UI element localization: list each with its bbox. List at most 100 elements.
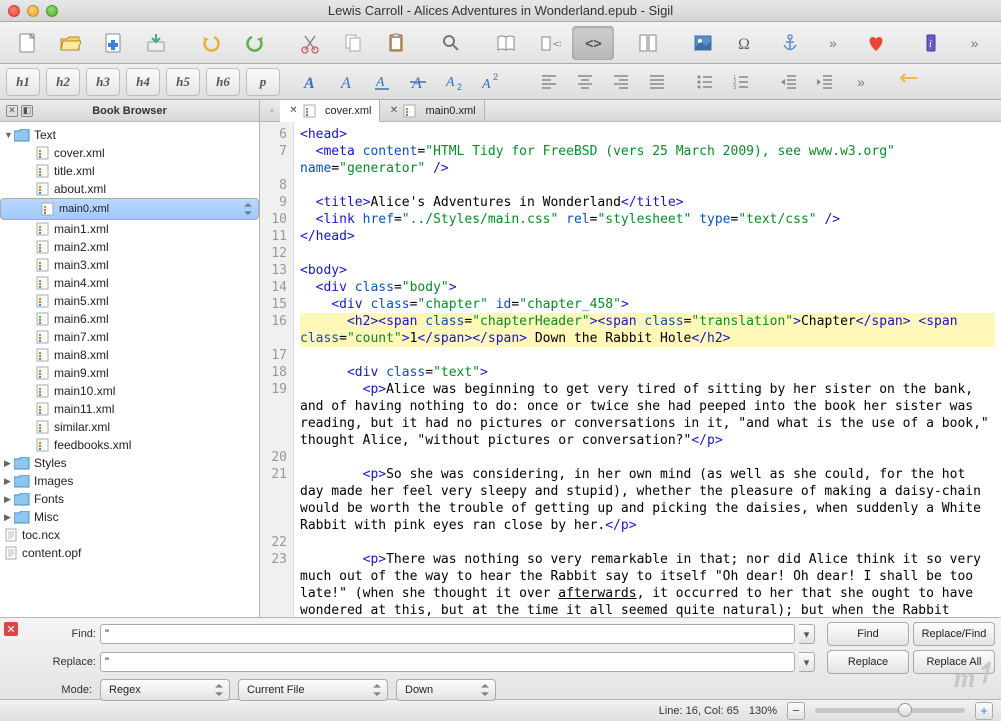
indent-more-button[interactable] <box>808 68 842 96</box>
tree-file[interactable]: main0.xml <box>0 198 259 220</box>
new-file-button[interactable] <box>6 26 47 60</box>
indent-less-button[interactable] <box>772 68 806 96</box>
zoom-in-button[interactable]: + <box>975 702 993 720</box>
tree-file[interactable]: main7.xml <box>0 328 259 346</box>
superscript-button[interactable]: A2 <box>474 68 508 96</box>
cut-button[interactable] <box>289 26 330 60</box>
svg-text:A: A <box>375 75 385 90</box>
replace-all-button[interactable]: Replace All <box>913 650 995 674</box>
tree-file[interactable]: cover.xml <box>0 144 259 162</box>
subscript-button[interactable]: A2 <box>438 68 472 96</box>
replace-find-button[interactable]: Replace/Find <box>913 622 995 646</box>
tree-file[interactable]: toc.ncx <box>0 526 259 544</box>
tree-file[interactable]: similar.xml <box>0 418 259 436</box>
tree-file[interactable]: main1.xml <box>0 220 259 238</box>
find-close-button[interactable]: ✕ <box>4 622 18 636</box>
tree-folder[interactable]: ▶Fonts <box>0 490 259 508</box>
align-center-button[interactable] <box>568 68 602 96</box>
heading-h4-button[interactable]: h4 <box>126 68 160 96</box>
list-bullet-button[interactable] <box>688 68 722 96</box>
format-overflow[interactable]: » <box>844 68 878 96</box>
close-window-button[interactable] <box>8 5 20 17</box>
tree-file[interactable]: main2.xml <box>0 238 259 256</box>
heading-h1-button[interactable]: h1 <box>6 68 40 96</box>
editor-tab[interactable]: ✕main0.xml <box>380 100 484 121</box>
heading-h5-button[interactable]: h5 <box>166 68 200 96</box>
scope-select[interactable]: Current File <box>238 679 388 701</box>
tree-file[interactable]: main11.xml <box>0 400 259 418</box>
tree-file[interactable]: main5.xml <box>0 292 259 310</box>
zoom-window-button[interactable] <box>46 5 58 17</box>
insert-special-char-button[interactable]: Ω <box>726 26 767 60</box>
tree-file[interactable]: main4.xml <box>0 274 259 292</box>
redo-button[interactable] <box>234 26 275 60</box>
donate-button[interactable] <box>855 26 896 60</box>
editor-tabs: ◦ ✕cover.xml✕main0.xml <box>260 100 1001 122</box>
bold-button[interactable]: A <box>294 68 328 96</box>
metadata-editor-button[interactable]: i <box>911 26 952 60</box>
tree-file[interactable]: main9.xml <box>0 364 259 382</box>
tabs-menu-button[interactable]: ◦ <box>264 100 280 121</box>
replace-input[interactable] <box>100 652 795 672</box>
align-justify-button[interactable] <box>640 68 674 96</box>
heading-h3-button[interactable]: h3 <box>86 68 120 96</box>
heading-p-button[interactable]: p <box>246 68 280 96</box>
underline-button[interactable]: A <box>366 68 400 96</box>
find-input[interactable] <box>100 624 795 644</box>
paste-button[interactable] <box>376 26 417 60</box>
zoom-slider[interactable] <box>815 708 965 713</box>
replace-button[interactable]: Replace <box>827 650 909 674</box>
list-numbered-button[interactable]: 123 <box>724 68 758 96</box>
toolbar-overflow-2[interactable]: » <box>954 26 995 60</box>
heading-h2-button[interactable]: h2 <box>46 68 80 96</box>
tree-folder[interactable]: ▶Styles <box>0 454 259 472</box>
svg-text:i: i <box>929 39 932 50</box>
replace-history-dropdown[interactable]: ▾ <box>799 652 815 672</box>
tree-folder[interactable]: ▶Misc <box>0 508 259 526</box>
align-right-button[interactable] <box>604 68 638 96</box>
add-file-button[interactable] <box>93 26 134 60</box>
find-history-dropdown[interactable]: ▾ <box>799 624 815 644</box>
tree-folder[interactable]: ▶Images <box>0 472 259 490</box>
direction-select[interactable]: Down <box>396 679 496 701</box>
tab-close-icon[interactable]: ✕ <box>388 105 399 116</box>
tab-close-icon[interactable]: ✕ <box>288 105 299 116</box>
align-left-button[interactable] <box>532 68 566 96</box>
italic-button[interactable]: A <box>330 68 364 96</box>
tree-file[interactable]: about.xml <box>0 180 259 198</box>
save-button[interactable] <box>136 26 177 60</box>
insert-image-button[interactable] <box>682 26 723 60</box>
tree-file[interactable]: main10.xml <box>0 382 259 400</box>
titlebar: Lewis Carroll - Alices Adventures in Won… <box>0 0 1001 22</box>
code-content[interactable]: <head> <meta content="HTML Tidy for Free… <box>294 122 1001 617</box>
open-file-button[interactable] <box>49 26 90 60</box>
file-tree[interactable]: ▼Textcover.xmltitle.xmlabout.xmlmain0.xm… <box>0 122 259 617</box>
strikethrough-button[interactable]: A <box>402 68 436 96</box>
editor-tab[interactable]: ✕cover.xml <box>280 100 380 122</box>
tree-file[interactable]: title.xml <box>0 162 259 180</box>
toolbar-overflow-1[interactable]: » <box>812 26 853 60</box>
insert-anchor-button[interactable] <box>769 26 810 60</box>
split-button[interactable] <box>627 26 668 60</box>
code-editor[interactable]: 67891011121314151617181920212223 <head> … <box>260 122 1001 617</box>
tree-file[interactable]: main3.xml <box>0 256 259 274</box>
tree-file[interactable]: main6.xml <box>0 310 259 328</box>
undo-button[interactable] <box>191 26 232 60</box>
minimize-window-button[interactable] <box>27 5 39 17</box>
heading-h6-button[interactable]: h6 <box>206 68 240 96</box>
tree-file[interactable]: content.opf <box>0 544 259 562</box>
tree-file[interactable]: main8.xml <box>0 346 259 364</box>
mode-select[interactable]: Regex <box>100 679 230 701</box>
main-toolbar: <> <> Ω » i » <box>0 22 1001 64</box>
find-button-action[interactable]: Find <box>827 622 909 646</box>
text-direction-button[interactable] <box>892 68 926 96</box>
tree-file[interactable]: feedbooks.xml <box>0 436 259 454</box>
find-button[interactable] <box>431 26 472 60</box>
tree-folder[interactable]: ▼Text <box>0 126 259 144</box>
copy-button[interactable] <box>332 26 373 60</box>
svg-text:A: A <box>481 77 491 92</box>
split-view-button[interactable]: <> <box>529 26 570 60</box>
book-view-button[interactable] <box>486 26 527 60</box>
code-view-button[interactable]: <> <box>572 26 613 60</box>
zoom-out-button[interactable]: − <box>787 702 805 720</box>
